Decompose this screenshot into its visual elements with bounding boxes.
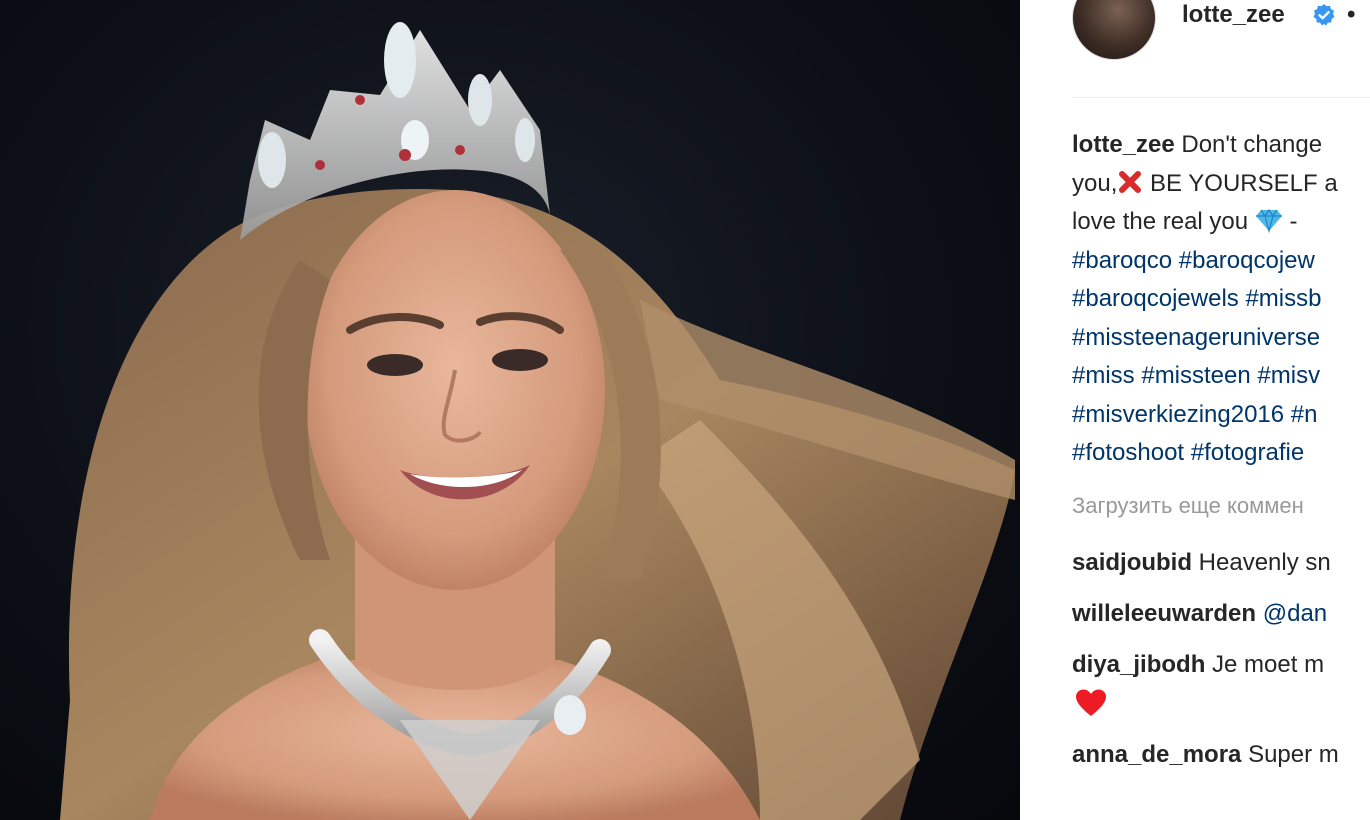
caption-text-2b: BE YOURSELF a — [1150, 169, 1338, 197]
caption-text-3-suffix: - — [1289, 208, 1298, 235]
hashtag-line-1[interactable]: #baroqco #baroqcojew — [1072, 242, 1370, 281]
caption-line-3: love the real you - — [1072, 203, 1370, 242]
header-username[interactable]: lotte_zee — [1182, 0, 1285, 30]
comment-text: Super m — [1248, 741, 1339, 768]
hashtag-line-3[interactable]: #missteenageruniverse — [1072, 319, 1370, 358]
post-photo[interactable] — [0, 0, 1020, 820]
comment-user[interactable]: diya_jibodh — [1072, 651, 1205, 678]
hashtag-line-4[interactable]: #miss #missteen #misv — [1072, 357, 1370, 396]
caption-line-1: lotte_zee Don't change — [1072, 126, 1370, 165]
caption-text-2a: you, — [1072, 169, 1118, 197]
load-more-comments-link[interactable]: Загрузить еще коммен — [1072, 491, 1304, 521]
gem-emoji-icon — [1255, 208, 1282, 233]
caption-text-3: love the real you — [1072, 208, 1249, 235]
comment-1: saidjoubid Heavenly sn — [1072, 548, 1331, 578]
comment-mention[interactable]: @dan — [1263, 600, 1327, 627]
post-header: lotte_zee • — [1072, 0, 1370, 60]
comment-3-heart — [1075, 688, 1107, 726]
comment-text: Je moet m — [1212, 651, 1325, 678]
comment-user[interactable]: willeleeuwarden — [1072, 600, 1256, 627]
hashtag-line-6[interactable]: #fotoshoot #fotografie — [1072, 434, 1370, 473]
hashtag-line-5[interactable]: #misverkiezing2016 #n — [1072, 396, 1370, 435]
hashtag-line-2[interactable]: #baroqcojewels #missb — [1072, 280, 1370, 319]
comment-4: anna_de_mora Super m — [1072, 740, 1339, 770]
caption-text-1: Don't change — [1181, 131, 1323, 158]
comment-user[interactable]: saidjoubid — [1072, 549, 1192, 576]
red-heart-emoji-icon — [1076, 689, 1106, 716]
comment-text: Heavenly sn — [1198, 549, 1331, 576]
caption-block: lotte_zee Don't change you, BE YOURSELF … — [1072, 126, 1370, 473]
comment-3: diya_jibodh Je moet m — [1072, 650, 1324, 680]
caption-author[interactable]: lotte_zee — [1072, 131, 1175, 158]
verified-badge-icon — [1313, 4, 1335, 26]
post-details-panel: lotte_zee • lotte_zee Don't change you, … — [1020, 0, 1370, 820]
header-divider — [1072, 97, 1370, 98]
avatar[interactable] — [1072, 0, 1156, 60]
red-cross-emoji-icon — [1119, 170, 1142, 193]
header-separator: • — [1347, 1, 1356, 28]
caption-line-2: you, BE YOURSELF a — [1072, 165, 1370, 204]
portrait-illustration — [60, 22, 1015, 820]
comment-user[interactable]: anna_de_mora — [1072, 741, 1241, 768]
comment-2: willeleeuwarden @dan — [1072, 599, 1327, 629]
